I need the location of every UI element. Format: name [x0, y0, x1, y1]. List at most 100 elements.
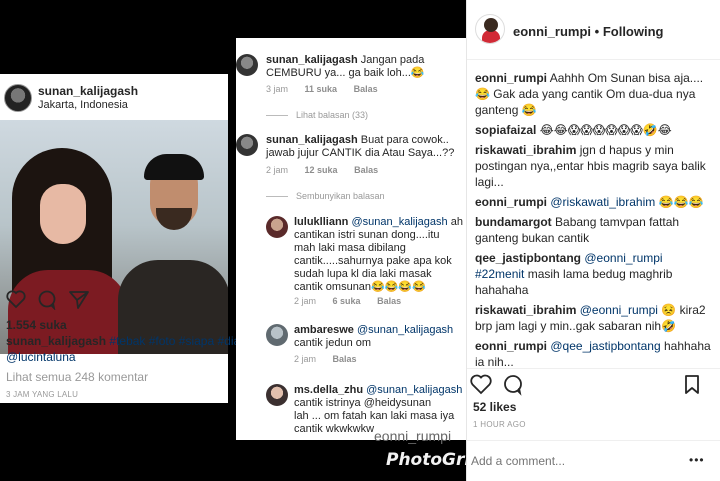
comment-username[interactable]: riskawati_ibrahim	[475, 303, 576, 317]
reply-link[interactable]: Balas	[377, 296, 401, 306]
avatar	[266, 324, 288, 346]
view-all-comments: Lihat semua 248 komentar	[6, 370, 149, 384]
comment-likes: 11 suka	[304, 84, 338, 94]
screenshot-post-card: sunan_kalijagash Jakarta, Indonesia 1.55…	[0, 74, 240, 403]
list-item: eonni_rumpi Aahhh Om Sunan bisa aja.... …	[475, 70, 715, 118]
photo-man-beard	[156, 208, 192, 230]
post-header: sunan_kalijagash Jakarta, Indonesia	[0, 74, 228, 120]
screenshot-comments-card: sunan_kalijagash Jangan pada CEMBURU ya.…	[236, 38, 466, 440]
comment-username[interactable]: eonni_rumpi	[475, 195, 547, 209]
comment-list: eonni_rumpi Aahhh Om Sunan bisa aja.... …	[475, 70, 715, 374]
comment-text: CEMBURU ya... ga baik loh...😂	[266, 67, 425, 79]
comment-mention[interactable]: @eonni_rumpi	[580, 303, 658, 317]
reply-text: mah laki masa dibilang	[294, 242, 406, 254]
reply-username: luluklliann	[294, 216, 349, 228]
comment-username[interactable]: riskawati_ibrahim	[475, 143, 576, 157]
comment-meta: 3 jam 11 suka Balas	[266, 84, 392, 94]
reply-text: cantikan istri sunan dong....itu	[294, 229, 440, 241]
reply-link[interactable]: Balas	[333, 354, 357, 364]
likes-count[interactable]: 52 likes	[473, 400, 516, 414]
more-options-button[interactable]: •••	[689, 453, 705, 467]
list-item: bundamargot Babang tamvpan fattah ganten…	[475, 214, 715, 246]
list-item: eonni_rumpi @qee_jastipbontang hahhaha i…	[475, 338, 715, 370]
reply-mention[interactable]: @sunan_kalijagash	[366, 384, 462, 396]
comment-likes: 12 suka	[304, 165, 338, 175]
comment-text: Buat para cowok..	[360, 134, 449, 146]
add-comment-bar: •••	[467, 440, 720, 481]
reply-meta: 2 jam 6 suka Balas	[294, 296, 415, 306]
reply-text: cantik wkwkwkw	[294, 423, 375, 435]
panel-header-text: eonni_rumpi • Following	[513, 24, 663, 39]
avatar	[4, 84, 32, 112]
comment-text: jawab jujur CANTIK dia Atau Saya...??	[266, 147, 455, 159]
reply-link[interactable]: Balas	[354, 84, 378, 94]
post-time: 1 HOUR AGO	[473, 420, 526, 429]
post-comments-panel: eonni_rumpi • Following eonni_rumpi Aahh…	[466, 0, 720, 481]
panel-header: eonni_rumpi • Following	[467, 0, 720, 60]
avatar	[266, 384, 288, 406]
hide-replies[interactable]: Sembunyikan balasan	[266, 191, 385, 201]
photo-man-cap	[144, 154, 204, 180]
save-button[interactable]	[681, 372, 705, 396]
reply-mention[interactable]: @sunan_kalijagash	[351, 216, 447, 228]
watermark-username: eonni_rumpi	[374, 428, 452, 444]
list-item: sopiafaizal 😂😂😱😱😱😱😱😱🤣😂	[475, 122, 715, 138]
following-button[interactable]: Following	[603, 24, 664, 39]
comment-username[interactable]: eonni_rumpi	[475, 71, 547, 85]
post-likes: 1.554 suka	[6, 318, 67, 332]
comment-1: sunan_kalijagash Jangan pada CEMBURU ya.…	[266, 54, 462, 80]
avatar	[266, 216, 288, 238]
comment-2: sunan_kalijagash Buat para cowok.. jawab…	[266, 134, 462, 160]
reply-time: 2 jam	[294, 296, 317, 306]
photo-woman-face	[40, 184, 86, 244]
comment-mention[interactable]: @qee_jastipbontang	[550, 339, 660, 353]
avatar	[236, 134, 258, 156]
heart-icon	[6, 290, 26, 309]
reply-username: ambareswe	[294, 324, 354, 336]
add-comment-input[interactable]	[471, 451, 681, 471]
panel-username[interactable]: eonni_rumpi	[513, 24, 591, 39]
reply-likes: 6 suka	[332, 296, 361, 306]
reply-username: ms.della_zhu	[294, 384, 364, 396]
reply-text: ah	[450, 216, 463, 228]
reply-1: luluklliann @sunan_kalijagash ah cantika…	[294, 216, 464, 294]
hide-replies-label: Sembunyikan balasan	[296, 191, 385, 201]
comment-icon	[38, 290, 56, 308]
comment-text: Jangan pada	[360, 54, 425, 66]
reply-text: lah ... om fatah kan laki masa iya	[294, 410, 455, 422]
comment-mention[interactable]: @riskawati_ibrahim	[550, 195, 655, 209]
like-button[interactable]	[471, 372, 495, 396]
view-replies[interactable]: Lihat balasan (33)	[266, 110, 368, 120]
reply-text: cantik omsunan😂😂😂😂	[294, 281, 426, 293]
list-item: qee_jastipbontang @eonni_rumpi #22menit …	[475, 250, 715, 298]
photogrid-watermark: PhotoGrid	[386, 450, 466, 470]
comment-meta: 2 jam 12 suka Balas	[266, 165, 392, 175]
caption-hashtags: #tebak #foto #siapa #dia	[109, 334, 241, 348]
reply-link[interactable]: Balas	[354, 165, 378, 175]
reply-time: 2 jam	[294, 354, 317, 364]
share-icon	[69, 291, 89, 309]
avatar	[236, 54, 258, 76]
post-action-icons	[6, 288, 96, 310]
reply-mention[interactable]: @sunan_kalijagash	[357, 324, 453, 336]
post-location: Jakarta, Indonesia	[38, 99, 128, 111]
comment-username[interactable]: sopiafaizal	[475, 123, 536, 137]
caption-mention: @lucintaluna	[6, 350, 76, 364]
comment-username[interactable]: bundamargot	[475, 215, 552, 229]
comment-time: 2 jam	[266, 165, 289, 175]
comment-username[interactable]: qee_jastipbontang	[475, 251, 581, 265]
comment-username[interactable]: eonni_rumpi	[475, 339, 547, 353]
view-replies-label: Lihat balasan (33)	[296, 110, 369, 120]
list-item: eonni_rumpi @riskawati_ibrahim 😂😂😂	[475, 194, 715, 210]
avatar[interactable]	[475, 14, 505, 44]
comment-username: sunan_kalijagash	[266, 54, 358, 66]
comment-button[interactable]	[503, 372, 527, 396]
reply-2: ambareswe @sunan_kalijagash cantik jedun…	[294, 324, 464, 350]
list-item: riskawati_ibrahim @eonni_rumpi 😣 kira2 b…	[475, 302, 715, 334]
reply-text: cantik.....sahurnya pake apa kok	[294, 255, 452, 267]
list-item: riskawati_ibrahim jgn d hapus y min post…	[475, 142, 715, 190]
reply-text: cantik jedun om	[294, 337, 372, 349]
reply-text: sudah lupa kl dia laki masak	[294, 268, 432, 280]
photo-collage: sunan_kalijagash Jakarta, Indonesia 1.55…	[0, 0, 466, 481]
reply-text: cantik istrinya @heidysunan	[294, 397, 432, 409]
